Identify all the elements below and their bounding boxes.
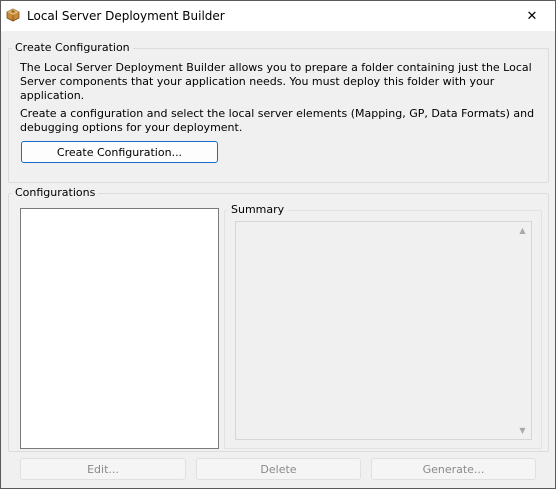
configurations-legend: Configurations [12,186,99,199]
generate-button[interactable]: Generate... [371,458,536,480]
scroll-up-icon[interactable]: ▲ [514,222,531,239]
configurations-group: Configurations Summary ▲ ▼ [8,186,549,452]
configurations-list[interactable] [20,208,219,449]
delete-button[interactable]: Delete [196,458,361,480]
summary-scrollbar[interactable]: ▲ ▼ [514,222,531,439]
scroll-down-icon[interactable]: ▼ [514,422,531,439]
close-button[interactable]: ✕ [509,1,555,31]
close-icon: ✕ [526,8,538,24]
instructions-text: Create a configuration and select the lo… [20,107,535,134]
deployment-builder-window: Local Server Deployment Builder ✕ Create… [0,0,556,489]
summary-group: Summary ▲ ▼ [224,203,542,449]
package-icon [6,8,20,22]
title-bar[interactable]: Local Server Deployment Builder ✕ [1,1,555,31]
summary-legend: Summary [228,203,288,216]
window-title: Local Server Deployment Builder [27,9,225,23]
create-configuration-group: Create Configuration The Local Server De… [8,41,549,183]
summary-text-area[interactable]: ▲ ▼ [235,221,532,440]
create-configuration-legend: Create Configuration [12,41,133,54]
edit-button[interactable]: Edit... [20,458,186,480]
create-configuration-button[interactable]: Create Configuration... [21,141,218,163]
client-area: Create Configuration The Local Server De… [1,31,555,488]
description-text: The Local Server Deployment Builder allo… [20,61,532,102]
